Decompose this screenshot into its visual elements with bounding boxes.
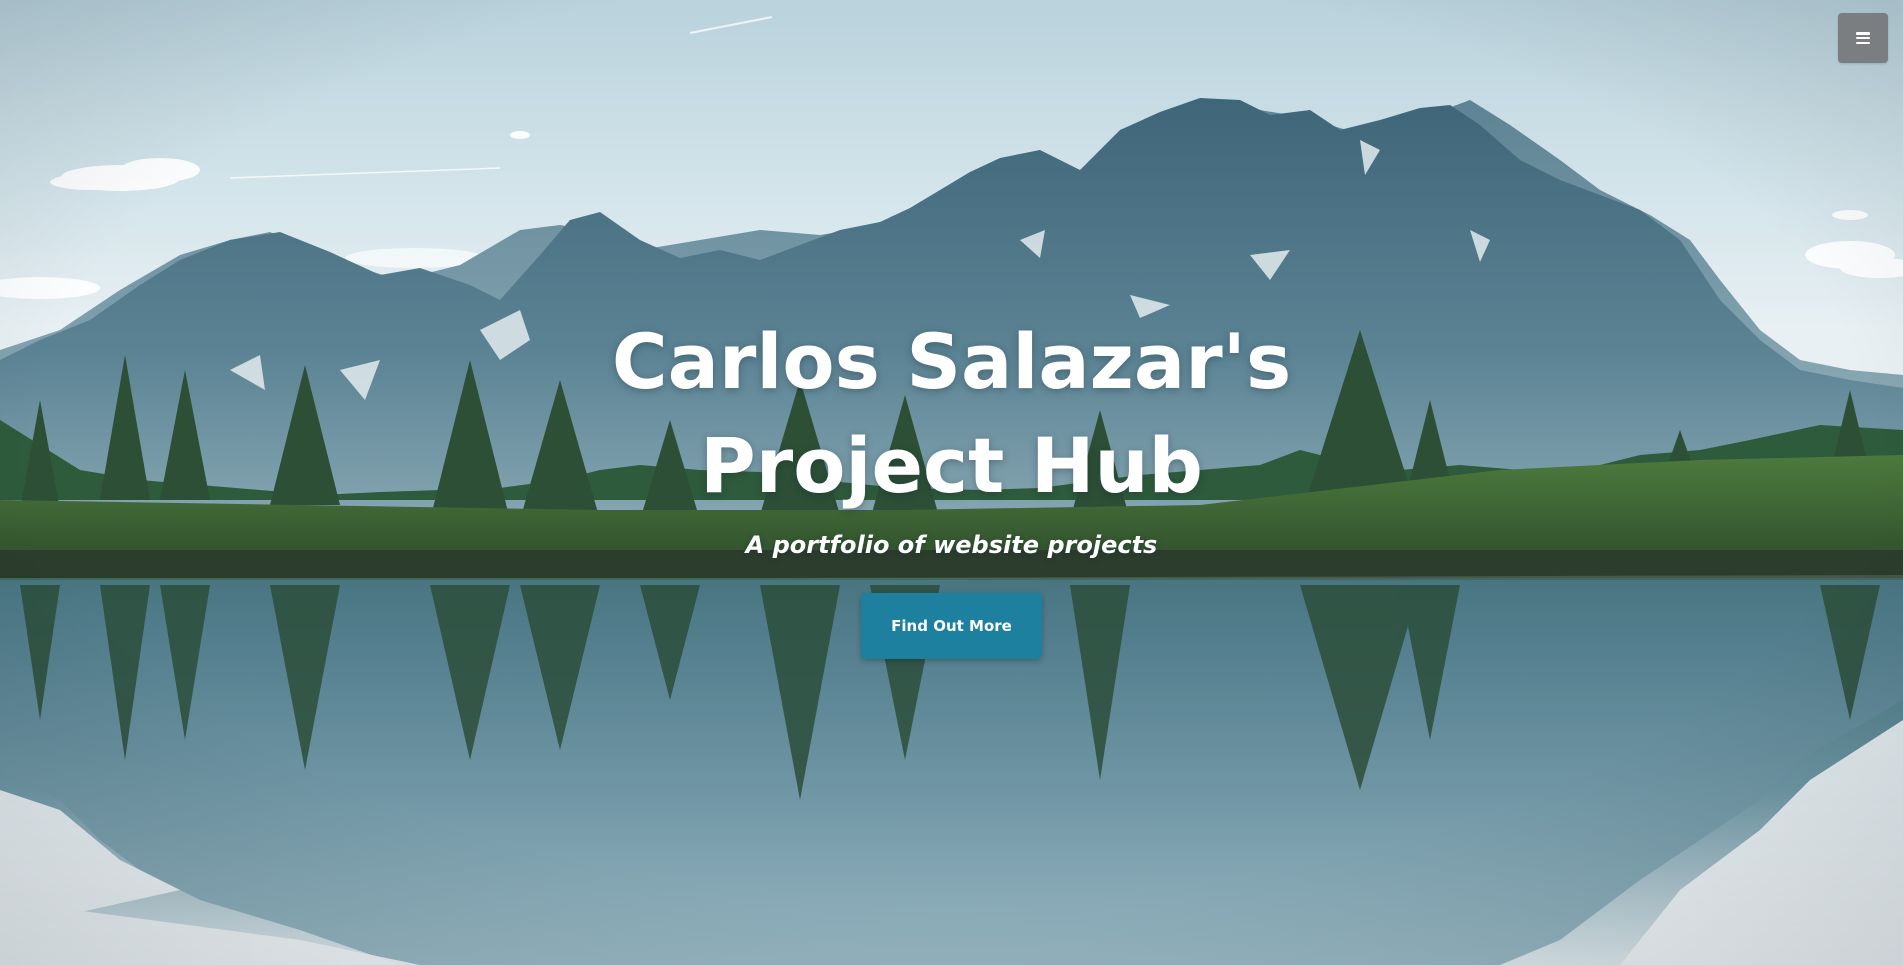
hero-content: Carlos Salazar's Project Hub A portfolio…: [0, 310, 1903, 659]
hero-title-line-1: Carlos Salazar's: [611, 317, 1292, 406]
hero-title-line-2: Project Hub: [700, 421, 1203, 510]
hero-title: Carlos Salazar's Project Hub: [502, 310, 1402, 518]
hero-subtitle: A portfolio of website projects: [745, 531, 1158, 559]
find-out-more-button[interactable]: Find Out More: [861, 593, 1042, 659]
hamburger-menu-icon: [1856, 32, 1870, 44]
menu-toggle-button[interactable]: [1838, 13, 1888, 63]
landing-page: Carlos Salazar's Project Hub A portfolio…: [0, 0, 1903, 965]
